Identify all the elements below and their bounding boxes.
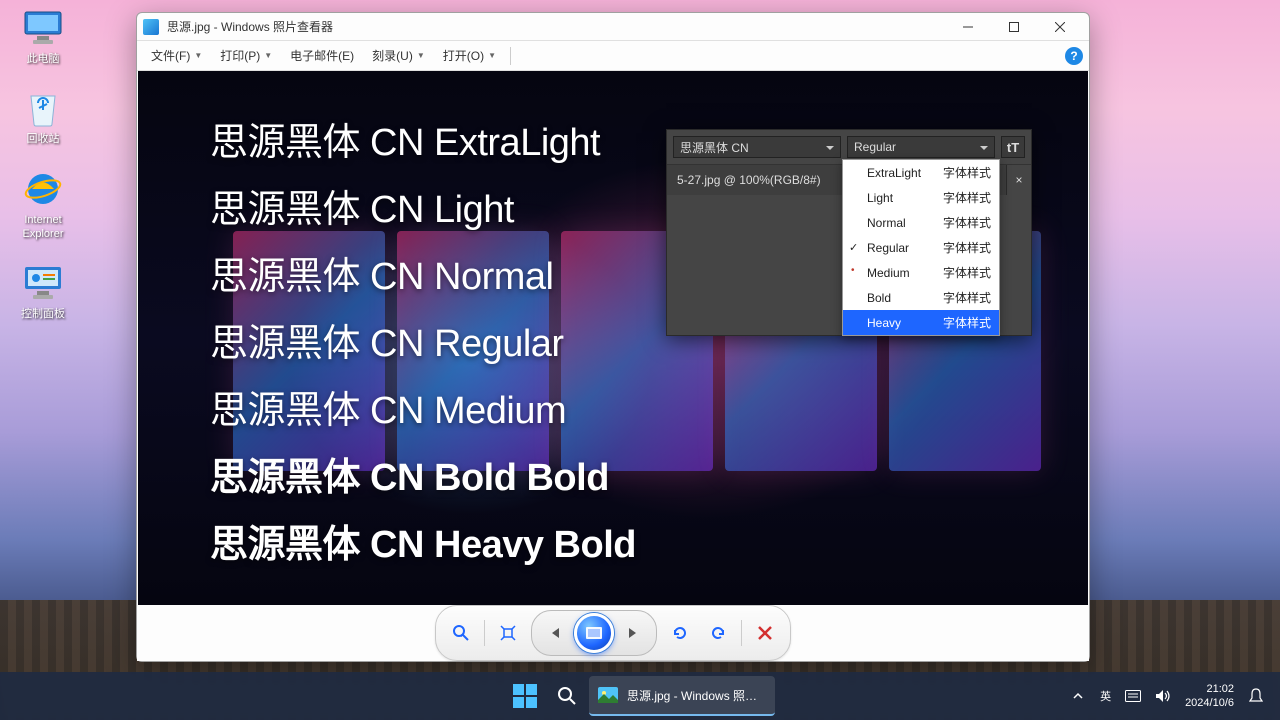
recycle-bin-icon [23, 88, 63, 128]
rotate-ccw-button[interactable] [665, 618, 695, 648]
delete-button[interactable] [750, 618, 780, 648]
zoom-button[interactable] [446, 618, 476, 648]
tray-chevron-icon[interactable] [1070, 688, 1086, 704]
chevron-down-icon: ▼ [264, 51, 272, 60]
chevron-down-icon: ▼ [194, 51, 202, 60]
viewer-toolbar [137, 605, 1089, 661]
titlebar[interactable]: 思源.jpg - Windows 照片查看器 [137, 13, 1089, 41]
taskbar: 思源.jpg - Windows 照片查看器 英 21:02 2024/10/6 [0, 672, 1280, 720]
font-sample: 思源黑体 CN ExtraLight [210, 111, 636, 166]
actual-size-button[interactable] [493, 618, 523, 648]
photo-viewer-window: 思源.jpg - Windows 照片查看器 文件(F)▼ 打印(P)▼ 电子邮… [136, 12, 1090, 662]
monitor-icon [23, 8, 63, 48]
font-style-dropdown: ExtraLight字体样式 Light字体样式 Normal字体样式 Regu… [842, 159, 1000, 336]
menubar: 文件(F)▼ 打印(P)▼ 电子邮件(E) 刻录(U)▼ 打开(O)▼ ? [137, 41, 1089, 71]
next-button[interactable] [614, 619, 654, 647]
font-sample: 思源黑体 CN Light [210, 178, 636, 233]
dropdown-item-heavy[interactable]: Heavy字体样式 [843, 310, 999, 335]
dropdown-item-regular[interactable]: Regular字体样式 [843, 235, 999, 260]
toolbar-separator [484, 620, 485, 646]
photo-viewport[interactable]: 思源黑体 CN ExtraLight 思源黑体 CN Light 思源黑体 CN… [138, 71, 1088, 605]
desktop-icons: 此电脑 回收站 Internet Explorer 控制面板 [8, 8, 78, 321]
font-style-combo[interactable]: Regular [847, 136, 995, 158]
windows-logo-icon [513, 684, 537, 708]
tray-date: 2024/10/6 [1185, 696, 1234, 710]
font-sample-list: 思源黑体 CN ExtraLight 思源黑体 CN Light 思源黑体 CN… [210, 111, 636, 568]
menu-file[interactable]: 文件(F)▼ [143, 44, 210, 67]
close-button[interactable] [1037, 13, 1083, 41]
help-button[interactable]: ? [1065, 47, 1083, 65]
chevron-down-icon: ▼ [488, 51, 496, 60]
maximize-button[interactable] [991, 13, 1037, 41]
app-icon [143, 19, 159, 35]
slideshow-button[interactable] [574, 613, 614, 653]
font-sample: 思源黑体 CN Regular [210, 312, 636, 367]
taskbar-search[interactable] [549, 676, 585, 716]
keyboard-icon[interactable] [1125, 688, 1141, 704]
volume-icon[interactable] [1155, 688, 1171, 704]
dropdown-item-light[interactable]: Light字体样式 [843, 185, 999, 210]
desktop-icon-label: 此电脑 [27, 52, 60, 66]
minimize-button[interactable] [945, 13, 991, 41]
previous-button[interactable] [534, 619, 574, 647]
start-button[interactable] [505, 676, 545, 716]
desktop-icon-recycle-bin[interactable]: 回收站 [8, 88, 78, 146]
font-sample: 思源黑体 CN Heavy Bold [210, 513, 636, 568]
photo-viewer-icon [597, 686, 619, 704]
desktop-icon-label: Internet Explorer [23, 213, 64, 242]
desktop-icon-this-pc[interactable]: 此电脑 [8, 8, 78, 66]
font-sample: 思源黑体 CN Normal [210, 245, 636, 300]
notifications-icon[interactable] [1248, 688, 1264, 704]
dropdown-item-normal[interactable]: Normal字体样式 [843, 210, 999, 235]
menu-burn[interactable]: 刻录(U)▼ [364, 44, 433, 67]
font-family-combo[interactable]: 思源黑体 CN [673, 136, 841, 158]
dropdown-item-bold[interactable]: Bold字体样式 [843, 285, 999, 310]
window-title: 思源.jpg - Windows 照片查看器 [167, 18, 945, 35]
ime-indicator[interactable]: 英 [1100, 688, 1111, 704]
desktop-icon-ie[interactable]: Internet Explorer [8, 169, 78, 242]
tray-clock[interactable]: 21:02 2024/10/6 [1185, 682, 1234, 711]
menu-separator [510, 47, 511, 65]
dropdown-item-extralight[interactable]: ExtraLight字体样式 [843, 160, 999, 185]
taskbar-app-photo-viewer[interactable]: 思源.jpg - Windows 照片查看器 [589, 676, 775, 716]
tab-close-button[interactable]: × [1007, 165, 1031, 195]
menu-print[interactable]: 打印(P)▼ [212, 44, 280, 67]
desktop-icon-label: 回收站 [27, 132, 60, 146]
font-sample: 思源黑体 CN Bold Bold [210, 446, 636, 501]
search-icon [557, 686, 577, 706]
photo-image: 思源黑体 CN ExtraLight 思源黑体 CN Light 思源黑体 CN… [138, 71, 1088, 605]
toolbar-separator [741, 620, 742, 646]
desktop-icon-control-panel[interactable]: 控制面板 [8, 263, 78, 321]
system-tray: 英 21:02 2024/10/6 [1070, 682, 1272, 711]
desktop-icon-label: 控制面板 [21, 307, 65, 321]
taskbar-app-label: 思源.jpg - Windows 照片查看器 [627, 687, 767, 704]
font-sample: 思源黑体 CN Medium [210, 379, 636, 434]
rotate-cw-button[interactable] [703, 618, 733, 648]
ie-icon [23, 169, 63, 209]
dropdown-item-medium[interactable]: Medium字体样式 [843, 260, 999, 285]
type-tool-icon[interactable]: tT [1001, 136, 1025, 158]
chevron-down-icon: ▼ [417, 51, 425, 60]
nav-group [531, 610, 657, 656]
control-panel-icon [23, 263, 63, 303]
menu-open[interactable]: 打开(O)▼ [435, 44, 504, 67]
menu-email[interactable]: 电子邮件(E) [282, 44, 362, 67]
tray-time: 21:02 [1185, 682, 1234, 696]
